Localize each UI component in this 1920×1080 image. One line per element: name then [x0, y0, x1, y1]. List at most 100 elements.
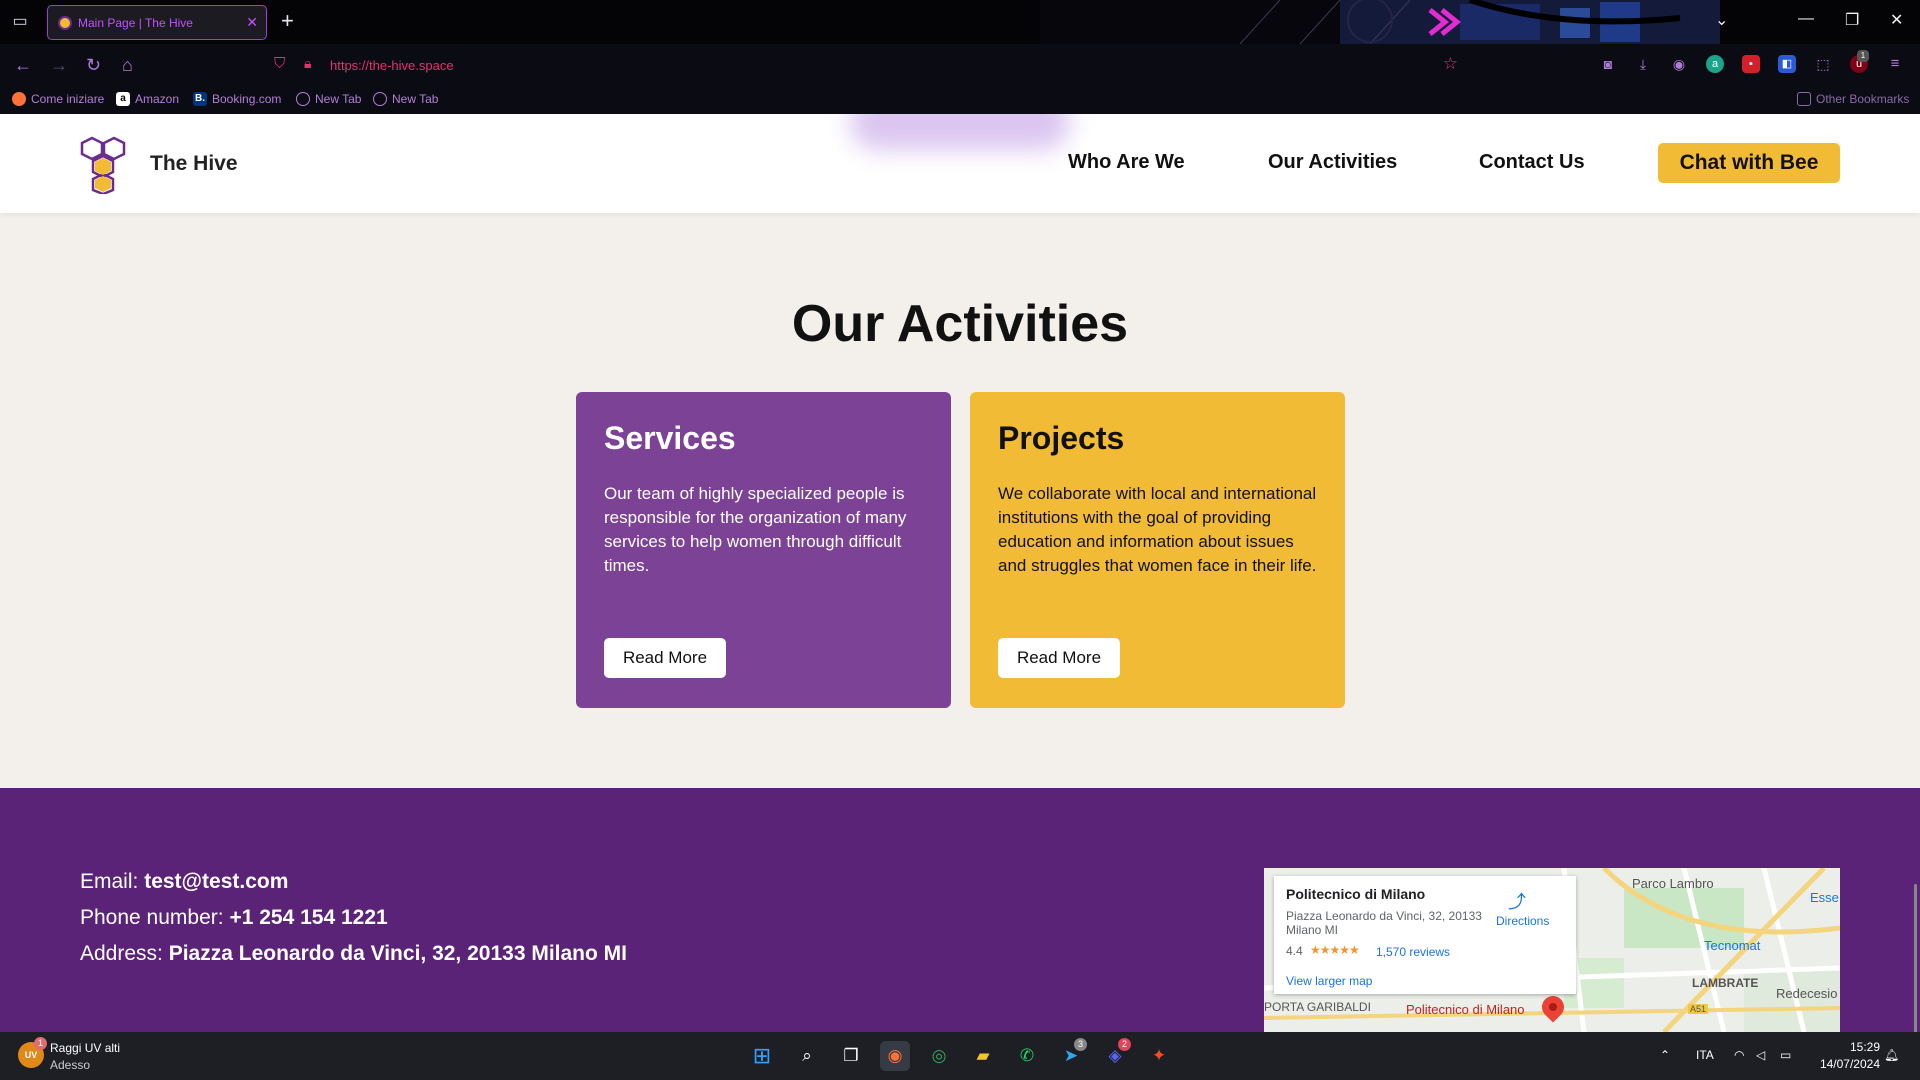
- taskbar: UV 1 Raggi UV alti Adesso ⊞ ⌕ ❐ ◉ ◎ ▰ ✆ …: [0, 1032, 1920, 1080]
- map-place-name: Politecnico di Milano: [1286, 886, 1426, 902]
- windows-start-icon[interactable]: ⊞: [747, 1041, 777, 1071]
- map-label-redecesio: Redecesio: [1776, 986, 1838, 1001]
- bookmark-star-icon[interactable]: ☆: [1443, 54, 1458, 74]
- projects-title: Projects: [998, 420, 1125, 456]
- nav-who-are-we[interactable]: Who Are We: [1068, 151, 1185, 174]
- tab-favicon-icon: [58, 16, 72, 30]
- view-larger-map-link[interactable]: View larger map: [1286, 974, 1372, 988]
- close-window-icon[interactable]: ✕: [1890, 10, 1903, 30]
- extension-badge: 1: [1857, 50, 1869, 62]
- clock-time: 15:29: [1849, 1040, 1880, 1054]
- pocket-icon[interactable]: ◙: [1599, 55, 1617, 73]
- account-icon[interactable]: ◉: [1670, 55, 1688, 73]
- directions-link[interactable]: Directions: [1496, 914, 1549, 928]
- bookmark-come-iniziare[interactable]: Come iniziare: [12, 92, 104, 106]
- tab-title: Main Page | The Hive: [78, 16, 193, 30]
- nav-contact-us[interactable]: Contact Us: [1479, 151, 1585, 174]
- decorative-blob: [850, 114, 1070, 150]
- minimize-icon[interactable]: —: [1798, 10, 1814, 28]
- email-value[interactable]: test@test.com: [144, 870, 288, 893]
- site-brand-name[interactable]: The Hive: [150, 152, 238, 176]
- bitwarden-extension-icon[interactable]: ◧: [1778, 55, 1796, 73]
- tab-overflow-chevron-icon[interactable]: ⌄: [1715, 10, 1728, 30]
- firefox-taskbar-icon[interactable]: ◉: [880, 1041, 910, 1071]
- site-footer: Email: test@test.com Phone number: +1 25…: [0, 788, 1920, 1032]
- lock-icon[interactable]: 🔒︎: [304, 55, 311, 72]
- phone-value[interactable]: +1 254 154 1221: [229, 906, 387, 929]
- map-rating: 4.4: [1286, 944, 1303, 958]
- battery-icon[interactable]: ▭: [1780, 1048, 1791, 1062]
- map-label-politecnico: Politecnico di Milano: [1406, 1002, 1525, 1017]
- footer-email: Email: test@test.com: [80, 870, 288, 894]
- task-view-icon[interactable]: ❐: [836, 1041, 866, 1071]
- map-place-address: Piazza Leonardo da Vinci, 32, 20133 Mila…: [1286, 909, 1482, 937]
- globe-icon: [373, 92, 387, 106]
- services-title: Services: [604, 420, 736, 456]
- telegram-badge: 3: [1074, 1038, 1087, 1051]
- directions-icon[interactable]: ⤴: [1508, 888, 1526, 914]
- email-label: Email:: [80, 870, 139, 893]
- site-header: The Hive Who Are We Our Activities Conta…: [0, 114, 1920, 213]
- hive-logo-icon[interactable]: [80, 134, 140, 194]
- reload-icon[interactable]: ↻: [86, 54, 101, 76]
- url-text[interactable]: https://the-hive.space: [330, 58, 454, 73]
- app-menu-icon[interactable]: ≡: [1886, 55, 1904, 73]
- bookmark-new-tab-2[interactable]: New Tab: [373, 92, 438, 106]
- chrome-icon[interactable]: ◎: [924, 1041, 954, 1071]
- folder-icon: [1797, 92, 1811, 106]
- tab-list-icon[interactable]: ▭: [10, 12, 30, 32]
- clock-date: 14/07/2024: [1819, 1057, 1880, 1071]
- map-label-esse: Esse: [1810, 890, 1839, 905]
- browser-tab[interactable]: Main Page | The Hive ✕: [47, 5, 267, 40]
- services-read-more-button[interactable]: Read More: [604, 638, 726, 678]
- map-reviews-link[interactable]: 1,570 reviews: [1376, 945, 1450, 959]
- tab-close-icon[interactable]: ✕: [246, 14, 258, 31]
- booking-icon: B.: [193, 92, 207, 106]
- bookmark-new-tab-1[interactable]: New Tab: [296, 92, 361, 106]
- bookmark-booking[interactable]: B. Booking.com: [193, 92, 281, 106]
- tray-overflow-icon[interactable]: ⌃: [1660, 1048, 1670, 1062]
- bookmarks-bar: Come iniziare a Amazon B. Booking.com Ne…: [0, 86, 1920, 114]
- forward-icon[interactable]: →: [50, 54, 68, 76]
- chat-with-bee-button[interactable]: Chat with Bee: [1658, 143, 1840, 183]
- map-label-tecnomat: Tecnomat: [1704, 938, 1761, 953]
- map-label-lambrate: LAMBRATE: [1692, 976, 1759, 990]
- new-tab-icon[interactable]: +: [281, 10, 294, 32]
- map-place-card: Politecnico di Milano Piazza Leonardo da…: [1274, 876, 1576, 994]
- figma-icon[interactable]: ✦: [1144, 1041, 1174, 1071]
- lastpass-extension-icon[interactable]: ▪: [1742, 55, 1760, 73]
- web-page: The Hive Who Are We Our Activities Conta…: [0, 114, 1920, 1032]
- page-scrollbar[interactable]: [1914, 884, 1917, 1032]
- url-bar[interactable]: ⛉ 🔒︎ https://the-hive.space ☆: [268, 49, 1468, 81]
- map-stars-icon: ★★★★★: [1310, 943, 1360, 957]
- whatsapp-icon[interactable]: ✆: [1012, 1041, 1042, 1071]
- weather-badge: 1: [34, 1037, 47, 1050]
- wifi-icon[interactable]: ◠: [1734, 1048, 1744, 1062]
- language-indicator[interactable]: ITA: [1696, 1048, 1714, 1062]
- tracking-shield-icon[interactable]: ⛉: [274, 55, 285, 72]
- volume-icon[interactable]: ◁: [1756, 1048, 1765, 1062]
- back-icon[interactable]: ←: [14, 54, 32, 76]
- map-label-parco-lambro: Parco Lambro: [1632, 876, 1714, 891]
- system-clock[interactable]: 15:29 14/07/2024: [1812, 1039, 1880, 1073]
- browser-theme-artwork: [1040, 0, 1720, 44]
- extensions-icon[interactable]: ⬚: [1814, 55, 1832, 73]
- bookmark-amazon[interactable]: a Amazon: [116, 92, 179, 106]
- downloads-icon[interactable]: ⤓: [1634, 55, 1652, 73]
- footer-phone: Phone number: +1 254 154 1221: [80, 906, 388, 930]
- home-icon[interactable]: ⌂: [122, 54, 133, 76]
- restore-icon[interactable]: ❐: [1845, 10, 1859, 30]
- services-description: Our team of highly specialized people is…: [604, 484, 907, 575]
- grammarly-extension-icon[interactable]: a: [1706, 55, 1724, 73]
- notifications-bell-icon[interactable]: 🔔︎: [1884, 1048, 1899, 1062]
- projects-read-more-button[interactable]: Read More: [998, 638, 1120, 678]
- search-icon[interactable]: ⌕: [792, 1041, 822, 1071]
- other-bookmarks[interactable]: Other Bookmarks: [1797, 92, 1909, 106]
- browser-tab-bar: ▭ Main Page | The Hive ✕ + ⌄ — ❐ ✕: [0, 0, 1920, 44]
- embedded-map[interactable]: Parco Lambro Esse Tecnomat LAMBRATE Rede…: [1264, 868, 1840, 1032]
- file-explorer-icon[interactable]: ▰: [968, 1041, 998, 1071]
- address-label: Address:: [80, 942, 163, 965]
- weather-title[interactable]: Raggi UV alti: [50, 1041, 120, 1055]
- discord-badge: 2: [1118, 1038, 1131, 1051]
- nav-our-activities[interactable]: Our Activities: [1268, 151, 1397, 174]
